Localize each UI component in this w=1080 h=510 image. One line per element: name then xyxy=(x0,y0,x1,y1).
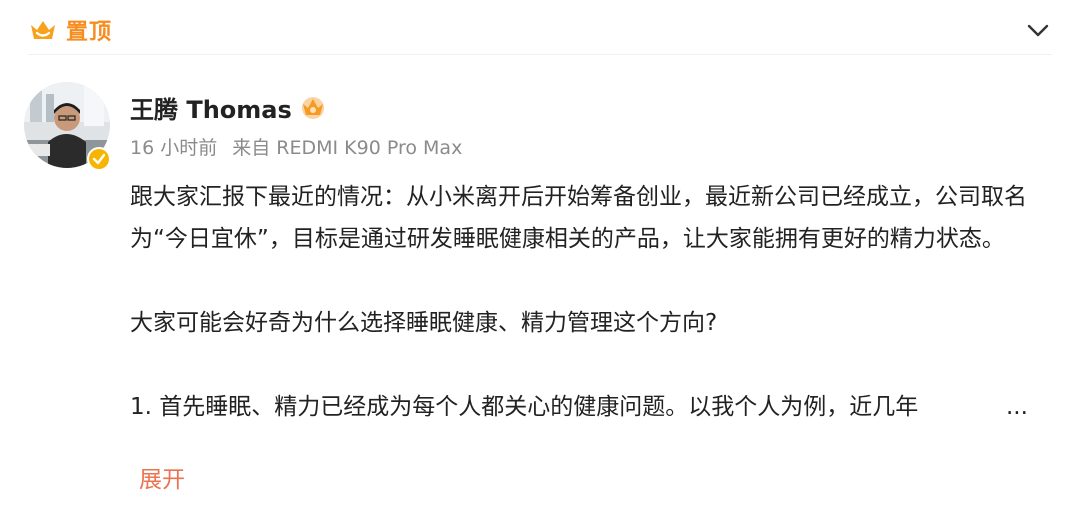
crown-member-icon[interactable] xyxy=(298,93,328,121)
chevron-down-icon[interactable] xyxy=(1024,16,1052,44)
post-body: 跟大家汇报下最近的情况：从小米离开后开始筹备创业，最近新公司已经成立，公司取名为… xyxy=(130,176,1050,428)
post-time: 16 小时前 xyxy=(130,137,218,159)
post-paragraph: 大家可能会好奇为什么选择睡眠健康、精力管理这个方向? xyxy=(130,310,718,336)
truncated-text: 1. 首先睡眠、精力已经成为每个人都关心的健康问题。以我个人为例，近几年 xyxy=(130,394,919,420)
pinned-header: 置顶 xyxy=(28,8,1052,52)
crown-pin-icon xyxy=(31,21,55,39)
verified-badge-icon xyxy=(87,147,111,171)
ellipsis: ... xyxy=(1006,394,1028,420)
post-paragraph-truncated: 1. 首先睡眠、精力已经成为每个人都关心的健康问题。以我个人为例，近几年 ... xyxy=(130,386,1050,428)
divider xyxy=(28,54,1052,55)
author-name[interactable]: 王腾 Thomas xyxy=(130,90,292,125)
post-meta: 16 小时前 来自 REDMI K90 Pro Max xyxy=(130,133,462,160)
post-source: 来自 REDMI K90 Pro Max xyxy=(232,137,463,159)
pinned-label: 置顶 xyxy=(66,20,113,45)
expand-button[interactable]: 展开 xyxy=(139,462,185,498)
post-paragraph: 跟大家汇报下最近的情况：从小米离开后开始筹备创业，最近新公司已经成立，公司取名为… xyxy=(130,184,1027,252)
author-row: 王腾 Thomas xyxy=(130,88,328,126)
